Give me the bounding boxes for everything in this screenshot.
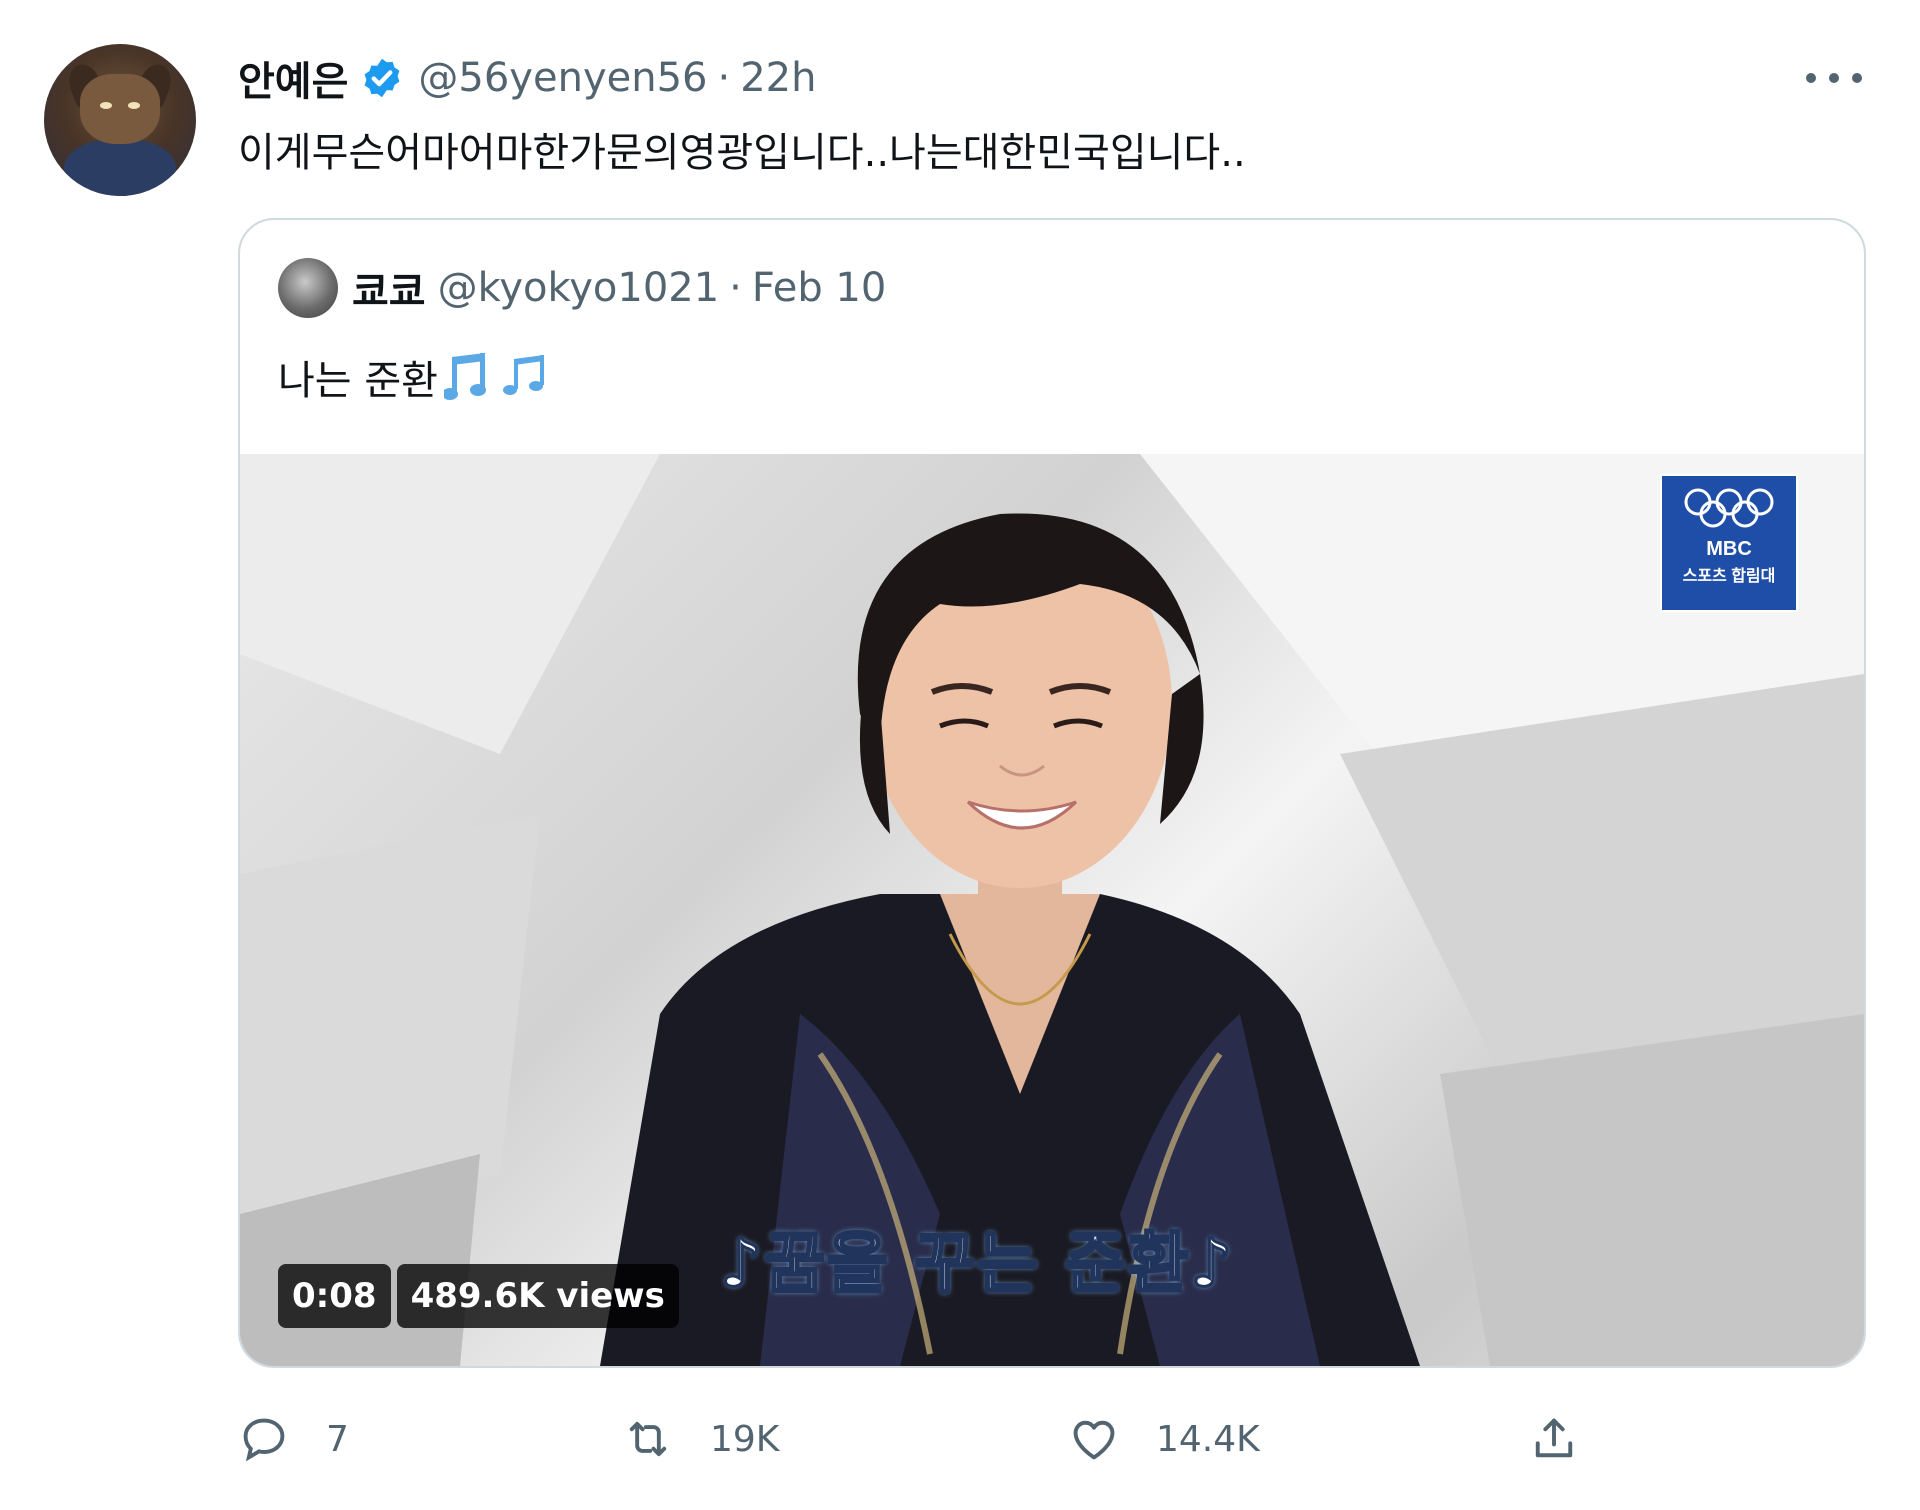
video-player[interactable]: MBC 스포츠 합림대 ♪꿈을 꾸는 준환♪ 0:08 489.6K views	[240, 454, 1864, 1366]
quoted-tweet-header: 쿄쿄 @kyokyo1021 · Feb 10	[278, 258, 886, 318]
more-options-icon[interactable]	[1806, 58, 1862, 98]
more-dot	[1806, 73, 1816, 83]
avatar-face	[80, 74, 160, 144]
video-caption: ♪꿈을 꾸는 준환♪	[718, 1210, 1235, 1306]
more-dot	[1852, 73, 1862, 83]
like-count: 14.4K	[1156, 1418, 1260, 1460]
separator-dot: ·	[717, 55, 731, 101]
more-dot	[1829, 73, 1839, 83]
quoted-author-name[interactable]: 쿄쿄	[352, 259, 426, 317]
retweet-icon	[622, 1413, 674, 1465]
quoted-tweet[interactable]: 쿄쿄 @kyokyo1021 · Feb 10 나는 준환 MBC 스포츠 합림…	[238, 218, 1866, 1368]
avatar-eye	[100, 102, 112, 109]
author-name[interactable]: 안예은	[238, 49, 348, 107]
caption-note-icon: ♪	[1189, 1224, 1235, 1304]
logo-line1: MBC	[1706, 538, 1752, 560]
reply-button[interactable]: 7	[238, 1406, 349, 1472]
olympic-rings-icon	[1684, 488, 1774, 528]
video-duration: 0:08	[278, 1264, 391, 1328]
caption-name: 준환	[1063, 1224, 1191, 1304]
video-badges: 0:08 489.6K views	[278, 1264, 685, 1328]
author-avatar[interactable]	[44, 44, 196, 196]
quoted-author-handle[interactable]: @kyokyo1021	[438, 265, 720, 311]
tweet-time[interactable]: 22h	[740, 55, 816, 101]
quoted-author-avatar[interactable]	[278, 258, 338, 318]
video-views: 489.6K views	[396, 1264, 679, 1328]
logo-line2: 스포츠 합림대	[1682, 568, 1776, 585]
retweet-count: 19K	[710, 1418, 780, 1460]
retweet-button[interactable]: 19K	[622, 1406, 779, 1472]
broadcaster-logo: MBC 스포츠 합림대	[1660, 474, 1798, 612]
quoted-tweet-text-row: 나는 준환	[278, 348, 562, 406]
caption-text: 꿈을 꾸는	[763, 1224, 1065, 1304]
author-handle[interactable]: @56yenyen56	[418, 55, 707, 101]
tweet-actions: 7 19K 14.4K	[238, 1406, 1862, 1472]
like-button[interactable]: 14.4K	[1068, 1406, 1260, 1472]
musical-notes-icon	[443, 349, 562, 405]
verified-badge-icon	[360, 56, 404, 100]
quoted-tweet-text: 나는 준환	[278, 358, 438, 404]
caption-note-icon: ♪	[718, 1224, 765, 1304]
reply-count: 7	[326, 1418, 349, 1460]
tweet-text: 이게무슨어마어마한가문의영광입니다..나는대한민국입니다..	[238, 130, 1246, 176]
separator-dot: ·	[729, 265, 742, 311]
heart-icon	[1068, 1413, 1120, 1465]
reply-icon	[238, 1413, 290, 1465]
quoted-tweet-time[interactable]: Feb 10	[752, 265, 886, 311]
avatar-body	[64, 140, 176, 196]
avatar-eye	[128, 102, 140, 109]
share-icon	[1528, 1413, 1580, 1465]
share-button[interactable]	[1528, 1406, 1580, 1472]
tweet-header: 안예은 @56yenyen56 · 22h	[238, 50, 816, 106]
tweet: 안예은 @56yenyen56 · 22h 이게무슨어마어마한가문의영광입니다.…	[0, 0, 1920, 1510]
